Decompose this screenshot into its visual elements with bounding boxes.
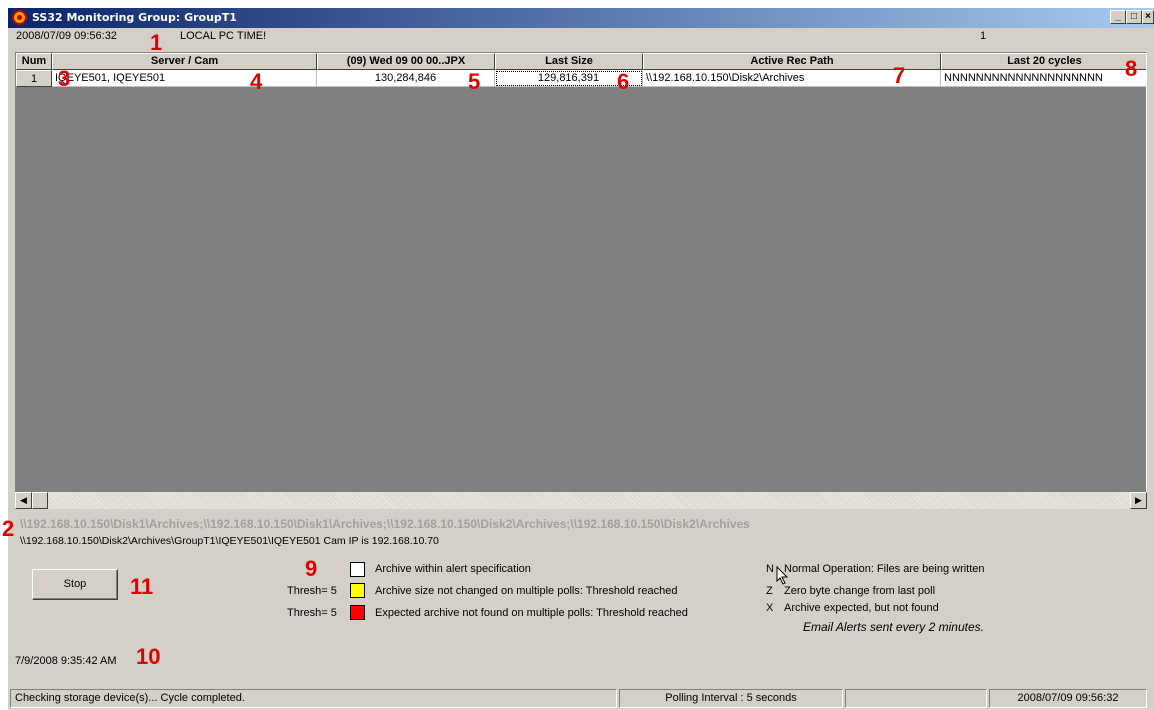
red-status-swatch <box>350 605 365 620</box>
last-check-datetime: 7/9/2008 9:35:42 AM <box>15 655 117 667</box>
title-bar[interactable]: SS32 Monitoring Group: GroupT1 _ □ × <box>8 8 1154 28</box>
annotation-4: 4 <box>250 69 263 94</box>
status-blank-pane <box>845 689 987 708</box>
polling-interval-status: Polling Interval : 5 seconds <box>619 689 843 708</box>
yellow-threshold-label: Thresh= 5 <box>287 585 337 597</box>
cam-path-text: \\192.168.10.150\Disk2\Archives\GroupT1\… <box>20 535 439 547</box>
status-grid[interactable]: Num Server / Cam (09) Wed 09 00 00..JPX … <box>15 52 1147 502</box>
legend-yellow-text: Archive size not changed on multiple pol… <box>375 585 678 597</box>
cycle-count-label: 1 <box>980 30 987 42</box>
local-pc-time-label: LOCAL PC TIME! <box>180 30 267 42</box>
close-button[interactable]: × <box>1142 10 1154 24</box>
scroll-right-icon[interactable]: ▶ <box>1130 492 1147 509</box>
last-20-cycles-cell[interactable]: NNNNNNNNNNNNNNNNNNNN <box>941 70 1146 87</box>
horizontal-scrollbar[interactable]: ◀ ▶ <box>15 492 1147 509</box>
minimize-button[interactable]: _ <box>1110 10 1126 24</box>
stop-button[interactable]: Stop <box>32 569 118 600</box>
column-header-last-size[interactable]: Last Size <box>495 53 643 70</box>
pc-time-label: 2008/07/09 09:56:32 <box>16 30 117 42</box>
code-z-key: Z <box>766 585 773 597</box>
annotation-10: 10 <box>136 644 161 669</box>
maximize-button[interactable]: □ <box>1126 10 1142 24</box>
email-alert-note: Email Alerts sent every 2 minutes. <box>803 620 984 634</box>
annotation-2: 2 <box>2 516 15 541</box>
code-n-key: N <box>766 563 774 575</box>
annotation-8: 8 <box>1125 56 1138 81</box>
yellow-status-swatch <box>350 583 365 598</box>
row-num-cell[interactable]: 1 <box>16 70 52 87</box>
scroll-left-icon[interactable]: ◀ <box>15 492 32 509</box>
column-header-server-cam[interactable]: Server / Cam <box>52 53 317 70</box>
scroll-thumb[interactable] <box>32 492 48 509</box>
annotation-3: 3 <box>58 66 71 91</box>
column-header-last-20-cycles[interactable]: Last 20 cycles <box>941 53 1146 70</box>
app-icon <box>12 10 27 25</box>
white-status-swatch <box>350 562 365 577</box>
annotation-1: 1 <box>150 30 163 55</box>
server-cam-cell[interactable]: IQEYE501, IQEYE501 <box>52 70 317 87</box>
annotation-9: 9 <box>305 556 318 581</box>
column-header-current-file[interactable]: (09) Wed 09 00 00..JPX <box>317 53 495 70</box>
window-title: SS32 Monitoring Group: GroupT1 <box>32 11 237 24</box>
annotation-7: 7 <box>893 63 906 88</box>
status-bar: Checking storage device(s)... Cycle comp… <box>8 688 1154 710</box>
code-x-key: X <box>766 602 774 614</box>
annotation-6: 6 <box>617 69 630 94</box>
legend-white-text: Archive within alert specification <box>375 563 531 575</box>
archive-paths-text: \\192.168.10.150\Disk1\Archives;\\192.16… <box>20 517 750 531</box>
annotation-11: 11 <box>130 574 154 599</box>
code-n-text: Normal Operation: Files are being writte… <box>784 563 985 575</box>
mouse-cursor-icon <box>776 566 789 585</box>
annotation-5: 5 <box>468 69 481 94</box>
legend-red-text: Expected archive not found on multiple p… <box>375 607 688 619</box>
status-time: 2008/07/09 09:56:32 <box>989 689 1147 708</box>
column-header-num[interactable]: Num <box>16 53 52 70</box>
code-z-text: Zero byte change from last poll <box>784 585 936 597</box>
red-threshold-label: Thresh= 5 <box>287 607 337 619</box>
status-message: Checking storage device(s)... Cycle comp… <box>10 689 617 708</box>
code-x-text: Archive expected, but not found <box>784 602 939 614</box>
